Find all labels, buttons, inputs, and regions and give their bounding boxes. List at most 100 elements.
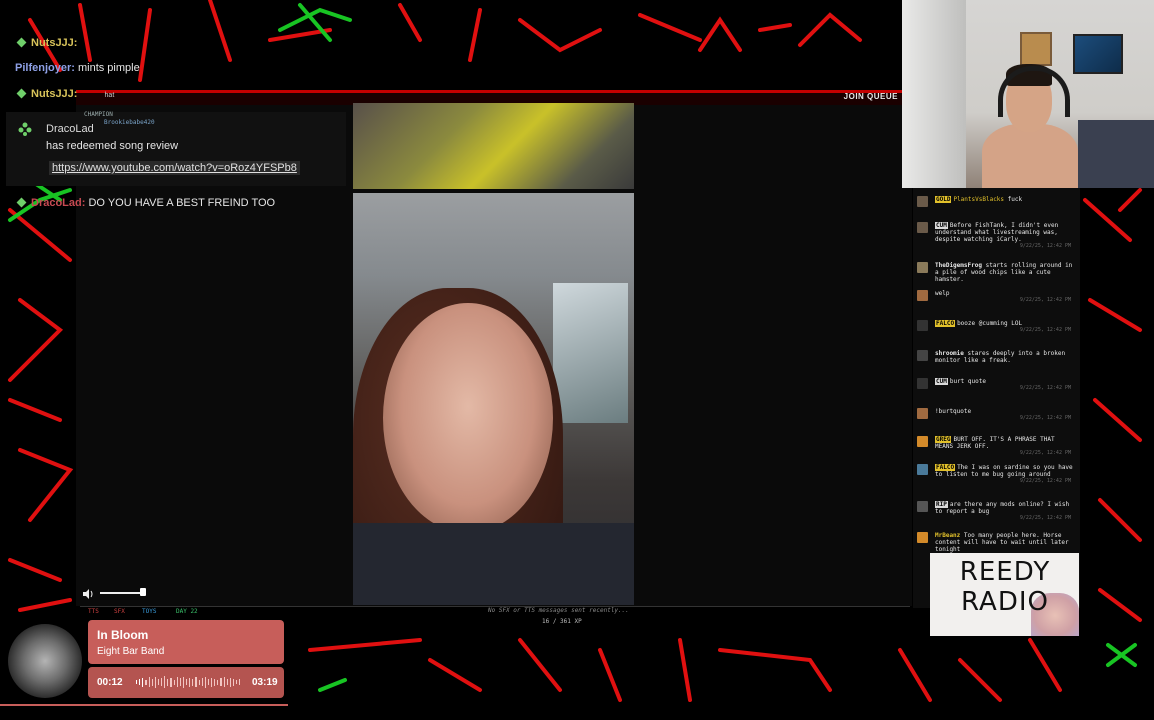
song-info-card [88, 620, 284, 664]
chat-panel: GOLD PlantsVsBlacks fuck CUM Before FishTa… [913, 188, 1080, 608]
redeem-flower-icon [18, 122, 32, 136]
waveform-bar [214, 678, 216, 686]
toys-label: TOYS [142, 608, 157, 615]
timestamp: 9/22/25, 12:42 PM [1019, 327, 1071, 333]
chat-username: PlantsVsBlacks [953, 196, 1005, 203]
waveform-bar [179, 678, 181, 686]
chat-text: fuck [1007, 196, 1023, 203]
car-window [553, 283, 628, 423]
person-face [383, 303, 553, 533]
wall-poster [1020, 32, 1052, 66]
chat-diamond-icon [16, 88, 27, 99]
volume-icon[interactable] [82, 587, 94, 599]
champion-badge: CHAMPION [84, 111, 113, 118]
avatar [917, 501, 928, 512]
waveform-bar [204, 676, 206, 688]
chat-text: !burtquote [935, 408, 972, 415]
song-progress-bar [0, 704, 288, 706]
waveform-bar [142, 677, 144, 687]
waveform-bar [148, 677, 150, 687]
audio-waveform[interactable] [136, 676, 241, 688]
person-shirt [353, 523, 634, 605]
chat-message: hat [104, 92, 115, 99]
waveform-bar [176, 677, 178, 687]
waveform-bar [139, 679, 141, 685]
user-badge: FALCO [935, 464, 956, 471]
chat-username: shroomie [935, 350, 964, 357]
overlay-chat-line-4: DracoLad: DO YOU HAVE A BEST FREIND TOO [16, 197, 276, 209]
waveform-bar [173, 679, 175, 685]
waveform-bar [136, 680, 138, 684]
redeem-username: DracoLad [46, 123, 94, 135]
avatar [917, 350, 928, 361]
waveform-bar [145, 679, 147, 685]
webcam-feed [902, 0, 1154, 188]
waveform-bar [195, 677, 197, 687]
chat-text: booze @cumming LOL [957, 320, 1023, 327]
song-request-link[interactable]: https://www.youtube.com/watch?v=oRoz4YFS… [49, 161, 300, 175]
avatar [917, 436, 928, 447]
chat-diamond-icon [16, 197, 27, 208]
wall-poster [1073, 34, 1123, 74]
volume-slider-knob[interactable] [140, 588, 146, 596]
waveform-bar [239, 679, 241, 685]
avatar [917, 320, 928, 331]
waveform-bar [182, 676, 184, 688]
song-title: In Bloom [97, 628, 149, 642]
waveform-bar [186, 679, 188, 685]
user-badge: CUM [935, 222, 948, 229]
waveform-bar [154, 676, 156, 688]
timestamp: 9/22/25, 12:42 PM [1019, 515, 1071, 521]
total-time: 03:19 [252, 677, 278, 688]
avatar [917, 262, 928, 273]
waveform-bar [189, 677, 191, 687]
chat-message: DO YOU HAVE A BEST FREIND TOO [88, 197, 276, 209]
avatar [917, 378, 928, 389]
avatar [917, 532, 928, 543]
avatar [917, 196, 928, 207]
waveform-bar [170, 677, 172, 687]
timestamp: 9/22/25, 12:42 PM [1019, 450, 1071, 456]
volume-slider[interactable] [100, 592, 144, 594]
waveform-bar [151, 678, 153, 686]
chat-username: NutsJJJ: [31, 88, 78, 100]
video-frame-top [353, 103, 634, 189]
join-queue-button[interactable]: JOIN QUEUE [844, 92, 898, 101]
user-badge: GREG [935, 436, 952, 443]
timestamp: 9/22/25, 12:42 PM [1019, 415, 1071, 421]
waveform-bar [167, 678, 169, 686]
waveform-bar [236, 680, 238, 684]
chat-username: TheDigemsFrog [935, 262, 982, 269]
avatar [917, 408, 928, 419]
song-artist: Eight Bar Band [97, 646, 165, 657]
sfx-label: SFX [114, 608, 125, 615]
chat-text: welp [935, 290, 950, 297]
waveform-bar [192, 678, 194, 686]
streamer-body [982, 124, 1078, 188]
avatar [917, 290, 928, 301]
timestamp: 9/22/25, 12:42 PM [1019, 297, 1071, 303]
radio-line-2: RADIO [961, 587, 1049, 617]
chat-diamond-icon [16, 37, 27, 48]
chat-text: Before FishTank, I didn't even understan… [935, 222, 1059, 243]
chat-username: DracoLad: [31, 197, 86, 209]
waveform-bar [211, 677, 213, 687]
user-badge: FALCO [935, 320, 956, 327]
overlay-chat-line-2: Pilfenjoyer: mints pimple [15, 62, 140, 74]
sfx-status-message: No SFX or TTS messages sent recently... [488, 607, 629, 614]
chat-text: burt quote [949, 378, 986, 385]
reedy-radio-logo: REEDY RADIO [930, 553, 1079, 636]
waveform-bar [201, 678, 203, 686]
waveform-bar [217, 679, 219, 685]
avatar [917, 464, 928, 475]
reedy-radio-text: REEDY RADIO [940, 557, 1070, 617]
overlay-chat-line-3: NutsJJJ: hat [16, 88, 115, 100]
chat-username: Pilfenjoyer: [15, 62, 75, 74]
headphones [998, 66, 1070, 117]
chat-username: NutsJJJ: [31, 37, 78, 49]
video-player[interactable] [353, 193, 634, 605]
waveform-bar [207, 679, 209, 685]
viewer-name: Brookiebabe420 [104, 119, 155, 126]
day-label: DAY 22 [176, 608, 198, 615]
overlay-chat-line-1: NutsJJJ: [16, 37, 78, 49]
